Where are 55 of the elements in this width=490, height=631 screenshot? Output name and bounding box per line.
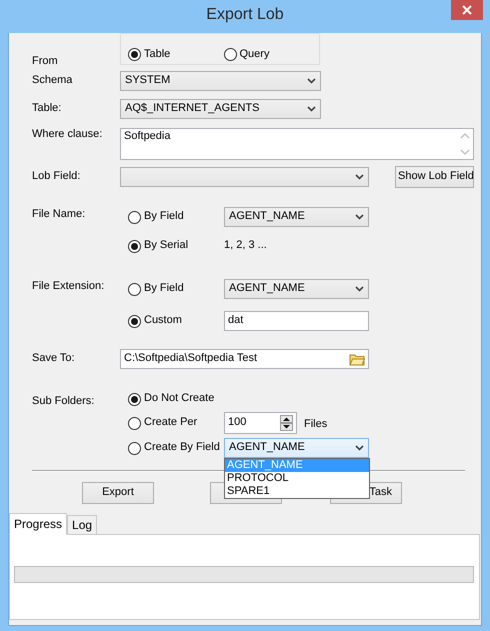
field-label: File Name: — [32, 208, 86, 222]
spin-field[interactable]: 100 — [224, 412, 297, 434]
radio-button[interactable]: Create By Field — [128, 441, 224, 455]
dropdown-value: AQ$_INTERNET_AGENTS — [125, 102, 260, 116]
dropdown[interactable]: SYSTEM — [120, 71, 321, 91]
chevron-icon — [355, 174, 364, 180]
folder-icon[interactable] — [349, 352, 365, 366]
chevron-icon — [355, 445, 364, 451]
chevron-icon — [307, 106, 316, 112]
field-value: C:\Softpedia\Softpedia Test — [124, 352, 258, 366]
radio-button[interactable]: Query — [224, 48, 319, 61]
dropdown[interactable]: AGENT_NAME — [224, 207, 369, 227]
radio-button[interactable]: Custom — [128, 314, 224, 328]
text-field[interactable]: dat — [224, 311, 369, 331]
field-label: From — [32, 54, 58, 68]
close-button[interactable] — [451, 0, 483, 20]
chevron-icon — [307, 78, 316, 84]
dropdown[interactable]: AQ$_INTERNET_AGENTS — [120, 99, 321, 119]
scrollbar-arrows-icon — [460, 130, 470, 158]
export-button[interactable]: Export — [82, 482, 154, 504]
path-field[interactable]: C:\Softpedia\Softpedia Test — [120, 349, 369, 369]
dropdown-option[interactable]: SPARE1 — [225, 485, 369, 498]
radio-button[interactable]: By Serial — [128, 239, 224, 253]
tab[interactable]: Log — [67, 515, 98, 535]
field-label: Table: — [32, 102, 62, 116]
tab[interactable]: Progress — [9, 513, 68, 535]
field-label: Save To: — [32, 352, 76, 366]
chevron-icon — [355, 286, 364, 292]
text-area[interactable]: Softpedia — [120, 128, 474, 160]
show-lob-field-button[interactable]: Show Lob Field — [395, 166, 474, 188]
chevron-icon — [355, 214, 364, 220]
files-label: Files — [304, 418, 328, 432]
dropdown-value: AGENT_NAME — [229, 282, 305, 296]
field-value: Softpedia — [124, 130, 170, 144]
field-label: Where clause: — [32, 128, 104, 142]
radio-button[interactable]: Table — [128, 48, 224, 61]
radio-button[interactable]: By Field — [128, 282, 224, 296]
serial-text: 1, 2, 3 ... — [224, 239, 267, 253]
radio-button[interactable]: By Field — [128, 210, 224, 224]
dropdown-option[interactable]: PROTOCOL — [225, 472, 369, 485]
dropdown[interactable]: AGENT_NAME — [224, 438, 369, 458]
dropdown-value: SYSTEM — [125, 74, 170, 88]
field-value: 100 — [228, 416, 246, 430]
field-label: Sub Folders: — [32, 395, 96, 408]
spinner-arrows-icon[interactable] — [280, 415, 293, 431]
close-icon — [462, 5, 472, 15]
field-label: Lob Field: — [32, 170, 82, 184]
field-label: Schema — [32, 74, 74, 88]
dropdown[interactable]: AGENT_NAME — [224, 279, 369, 299]
dropdown-value: AGENT_NAME — [229, 441, 305, 455]
window-title: Export Lob — [206, 5, 284, 25]
dropdown-value: AGENT_NAME — [229, 210, 305, 224]
field-label: File Extension: — [32, 280, 106, 294]
radio-button[interactable]: Do Not Create — [128, 392, 224, 406]
radio-button[interactable]: Create Per — [128, 416, 224, 430]
